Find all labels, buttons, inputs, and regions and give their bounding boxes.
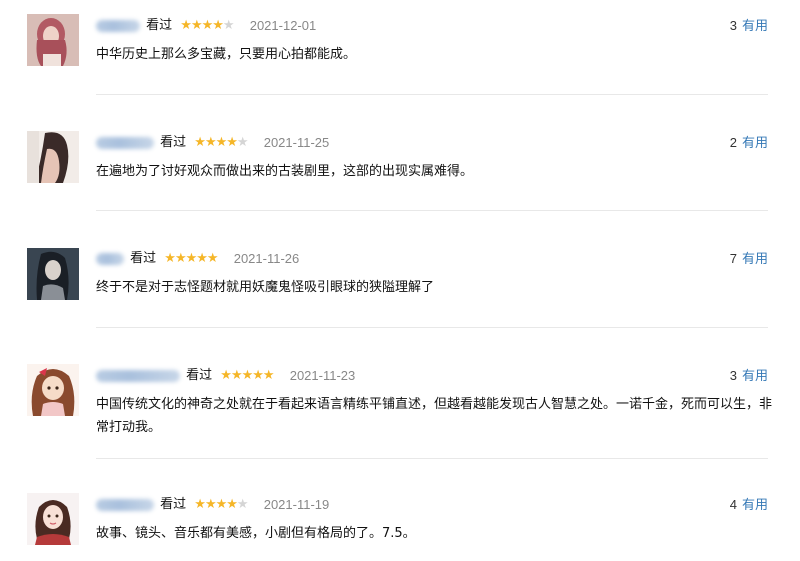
review-meta: 看过 ★★★★★ 2021-11-25 [96,133,329,153]
review-meta: 看过 ★★★★★ 2021-12-01 [96,16,316,36]
avatar[interactable] [27,248,79,300]
rating-stars: ★★★★★ [164,249,218,269]
stars-empty: ★ [236,135,249,150]
useful-button[interactable]: 有用 [742,498,768,513]
username-blurred[interactable] [96,370,180,382]
stars-filled: ★★★★ [194,135,238,150]
avatar-image [27,364,79,416]
avatar[interactable] [27,131,79,183]
review-content: 故事、镜头、音乐都有美感，小剧但有格局的了。7.5。 [96,526,416,541]
useful-button[interactable]: 有用 [742,369,768,384]
watch-status: 看过 [130,251,157,266]
stars-filled: ★★★★ [194,497,238,512]
useful-count: 3 [729,368,737,383]
useful-count: 3 [729,18,737,33]
username-blurred[interactable] [96,499,154,511]
useful-vote: 7 有用 [730,249,768,269]
stars-filled: ★★★★ [180,18,224,33]
stars-empty: ★ [222,18,235,33]
watch-status: 看过 [186,368,213,383]
review-date: 2021-12-01 [249,18,317,33]
divider [96,458,768,459]
username-blurred[interactable] [96,137,154,149]
avatar-image [27,493,79,545]
review-content: 在遍地为了讨好观众而做出来的古装剧里，这部的出现实属难得。 [96,164,474,179]
useful-count: 2 [729,135,737,150]
stars-empty: ★ [236,497,249,512]
useful-vote: 2 有用 [730,133,768,153]
review-date: 2021-11-26 [233,251,300,266]
avatar-image [27,131,79,183]
rating-stars: ★★★★★ [194,495,249,515]
useful-count: 7 [729,251,737,266]
useful-button[interactable]: 有用 [742,136,768,151]
review-date: 2021-11-25 [263,135,330,150]
avatar-image [27,248,79,300]
review-date: 2021-11-23 [289,368,356,383]
divider [96,327,768,328]
useful-button[interactable]: 有用 [742,19,768,34]
useful-vote: 3 有用 [730,16,768,36]
rating-stars: ★★★★★ [180,16,235,36]
useful-count: 4 [729,497,737,512]
rating-stars: ★★★★★ [220,366,274,386]
avatar[interactable] [27,493,79,545]
review-date: 2021-11-19 [263,497,330,512]
avatar-image [27,14,79,66]
username-blurred[interactable] [96,20,140,32]
review-meta: 看过 ★★★★★ 2021-11-26 [96,249,299,269]
avatar[interactable] [27,14,79,66]
divider [96,210,768,211]
watch-status: 看过 [160,497,187,512]
useful-button[interactable]: 有用 [742,252,768,267]
username-blurred[interactable] [96,253,124,265]
useful-vote: 4 有用 [730,495,768,515]
watch-status: 看过 [160,135,187,150]
review-meta: 看过 ★★★★★ 2021-11-23 [96,366,355,386]
rating-stars: ★★★★★ [194,133,249,153]
divider [96,94,768,95]
review-content: 中国传统文化的神奇之处就在于看起来语言精练平铺直述，但越看越能发现古人智慧之处。… [96,397,773,435]
useful-vote: 3 有用 [730,366,768,386]
avatar[interactable] [27,364,79,416]
review-content: 中华历史上那么多宝藏，只要用心拍都能成。 [96,47,357,62]
review-meta: 看过 ★★★★★ 2021-11-19 [96,495,329,515]
watch-status: 看过 [146,18,173,33]
review-content: 终于不是对于志怪题材就用妖魔鬼怪吸引眼球的狭隘理解了 [96,280,435,295]
stars-filled: ★★★★★ [164,251,218,266]
stars-filled: ★★★★★ [220,368,274,383]
